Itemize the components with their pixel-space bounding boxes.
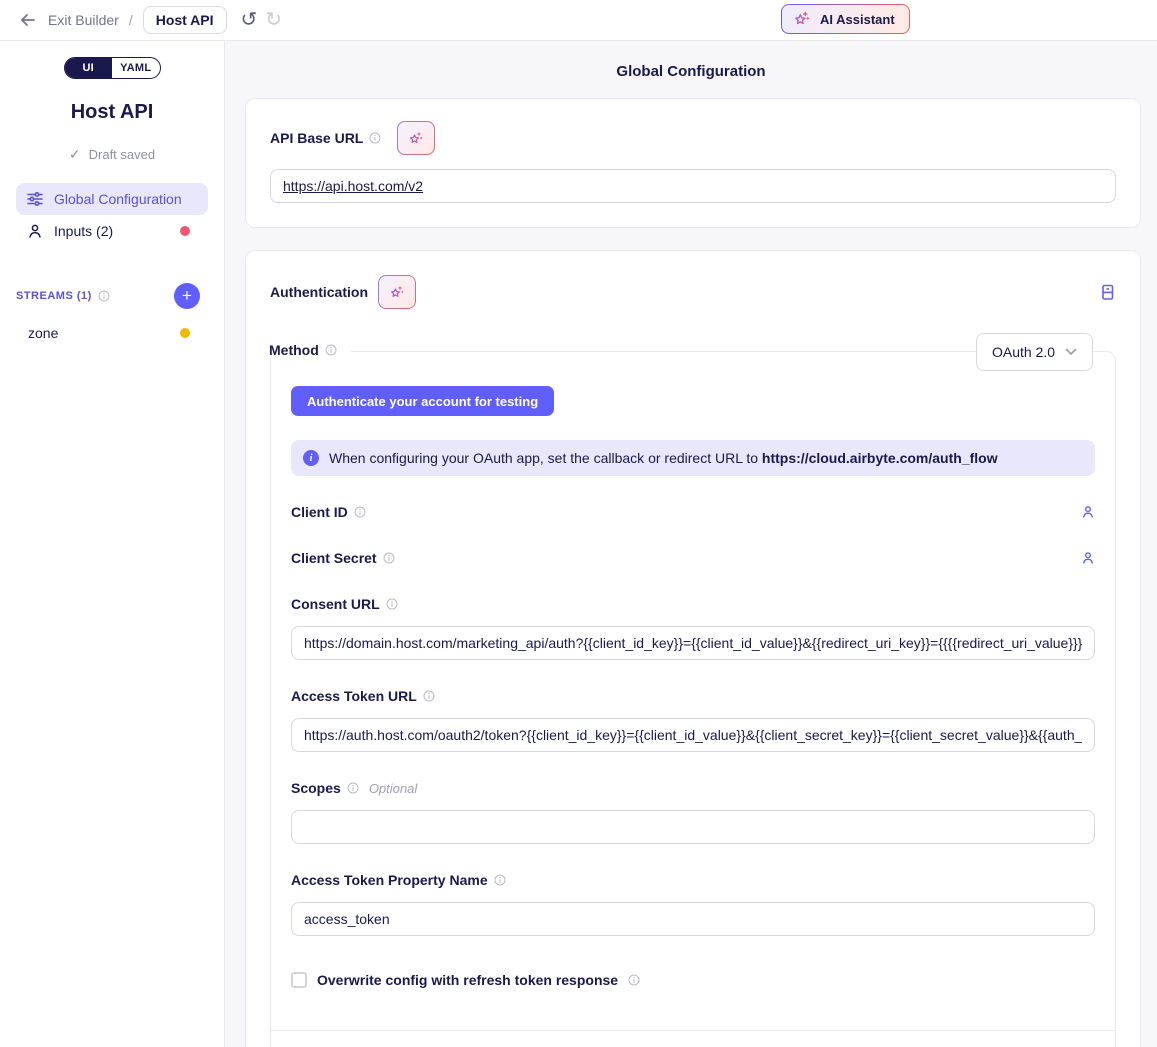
- access-token-property-name-label: Access Token Property Name: [291, 872, 488, 888]
- check-icon: ✓: [69, 146, 81, 163]
- toggle-yaml[interactable]: YAML: [112, 58, 160, 78]
- oauth-callout: i When configuring your OAuth app, set t…: [291, 440, 1095, 476]
- connector-name-field[interactable]: Host API: [143, 6, 227, 34]
- method-selected-value: OAuth 2.0: [992, 344, 1055, 360]
- save-status-label: Draft saved: [89, 147, 155, 162]
- info-icon[interactable]: [386, 598, 398, 610]
- add-stream-button[interactable]: +: [174, 283, 200, 309]
- method-group: Method OAuth 2.0 Authenticate your accou…: [270, 351, 1116, 1047]
- docs-book-icon[interactable]: [1099, 284, 1116, 301]
- scopes-label: Scopes: [291, 780, 341, 796]
- sidebar-nav: Global Configuration Inputs (2): [16, 183, 208, 247]
- redo-icon: ↻: [265, 10, 282, 30]
- connector-title: Host API: [0, 101, 224, 124]
- sidebar-item-inputs[interactable]: Inputs (2): [16, 215, 208, 247]
- back-arrow-icon[interactable]: [16, 8, 40, 32]
- overwrite-config-checkbox[interactable]: [291, 972, 307, 988]
- callout-text: When configuring your OAuth app, set the…: [329, 450, 998, 466]
- authentication-card: Authentication Method: [245, 250, 1141, 1047]
- ai-suggest-button[interactable]: [378, 275, 416, 309]
- ai-assistant-button[interactable]: AI Assistant: [781, 4, 910, 34]
- streams-header-label: STREAMS (1): [16, 290, 92, 302]
- consent-url-label: Consent URL: [291, 596, 380, 612]
- overwrite-config-label: Overwrite config with refresh token resp…: [317, 972, 618, 988]
- stream-status-dot: [180, 328, 190, 338]
- info-icon[interactable]: [325, 344, 337, 356]
- consent-url-input[interactable]: [291, 626, 1095, 660]
- inputs-status-dot: [180, 226, 190, 236]
- stream-item-zone[interactable]: zone: [16, 321, 208, 345]
- sidebar-item-global-configuration[interactable]: Global Configuration: [16, 183, 208, 215]
- ui-yaml-toggle: UI YAML: [64, 57, 161, 79]
- builder-sidebar: UI YAML Host API ✓ Draft saved Global Co…: [0, 41, 225, 1047]
- breadcrumb-separator: /: [129, 12, 133, 28]
- sparkle-star-icon: [792, 9, 812, 29]
- sidebar-item-label: Global Configuration: [54, 191, 182, 207]
- method-dropdown[interactable]: OAuth 2.0: [976, 333, 1093, 371]
- info-icon[interactable]: [98, 290, 110, 302]
- info-circle-icon: i: [303, 450, 319, 466]
- client-secret-row: Client Secret: [291, 548, 1095, 568]
- access-token-url-label: Access Token URL: [291, 688, 417, 704]
- overwrite-config-row: Overwrite config with refresh token resp…: [291, 972, 1095, 988]
- save-status: ✓ Draft saved: [0, 146, 224, 163]
- sliders-icon: [26, 190, 44, 208]
- breadcrumb-exit-builder[interactable]: Exit Builder: [48, 12, 119, 28]
- optional-badge: Optional: [369, 781, 417, 796]
- authentication-label: Authentication: [270, 284, 368, 300]
- info-icon[interactable]: [369, 132, 381, 144]
- chevron-down-icon: [1065, 348, 1077, 356]
- authenticate-button[interactable]: Authenticate your account for testing: [291, 386, 554, 416]
- top-bar: Exit Builder / Host API ↺ ↻ AI Assistant: [0, 0, 1157, 41]
- api-base-url-input[interactable]: [270, 169, 1116, 203]
- plus-icon: +: [182, 286, 192, 306]
- access-token-property-name-input[interactable]: [291, 902, 1095, 936]
- scopes-input[interactable]: [291, 810, 1095, 844]
- callout-url: https://cloud.airbyte.com/auth_flow: [762, 450, 998, 466]
- stream-name: zone: [28, 325, 58, 341]
- info-icon[interactable]: [628, 974, 640, 986]
- client-id-row: Client ID: [291, 502, 1095, 522]
- page-title: Global Configuration: [225, 41, 1157, 80]
- client-id-label: Client ID: [291, 504, 348, 520]
- info-icon[interactable]: [354, 506, 366, 518]
- api-base-url-label: API Base URL: [270, 130, 363, 146]
- client-secret-label: Client Secret: [291, 550, 377, 566]
- ai-assistant-label: AI Assistant: [820, 12, 895, 27]
- info-icon[interactable]: [423, 690, 435, 702]
- user-input-icon[interactable]: [1081, 551, 1095, 565]
- access-token-url-input[interactable]: [291, 718, 1095, 752]
- info-icon[interactable]: [383, 552, 395, 564]
- toggle-ui[interactable]: UI: [65, 58, 113, 78]
- sidebar-item-label: Inputs (2): [54, 223, 113, 239]
- api-base-url-card: API Base URL: [245, 98, 1141, 228]
- info-icon[interactable]: [494, 874, 506, 886]
- user-icon: [26, 223, 44, 239]
- optional-fields-toggle[interactable]: Optional fields: [291, 1031, 1095, 1047]
- streams-header: STREAMS (1) +: [16, 283, 208, 309]
- info-icon[interactable]: [347, 782, 359, 794]
- user-input-icon[interactable]: [1081, 505, 1095, 519]
- method-label: Method: [269, 342, 319, 358]
- ai-suggest-button[interactable]: [397, 121, 435, 155]
- undo-icon[interactable]: ↺: [241, 10, 258, 30]
- main-content: Global Configuration API Base URL: [225, 41, 1157, 1047]
